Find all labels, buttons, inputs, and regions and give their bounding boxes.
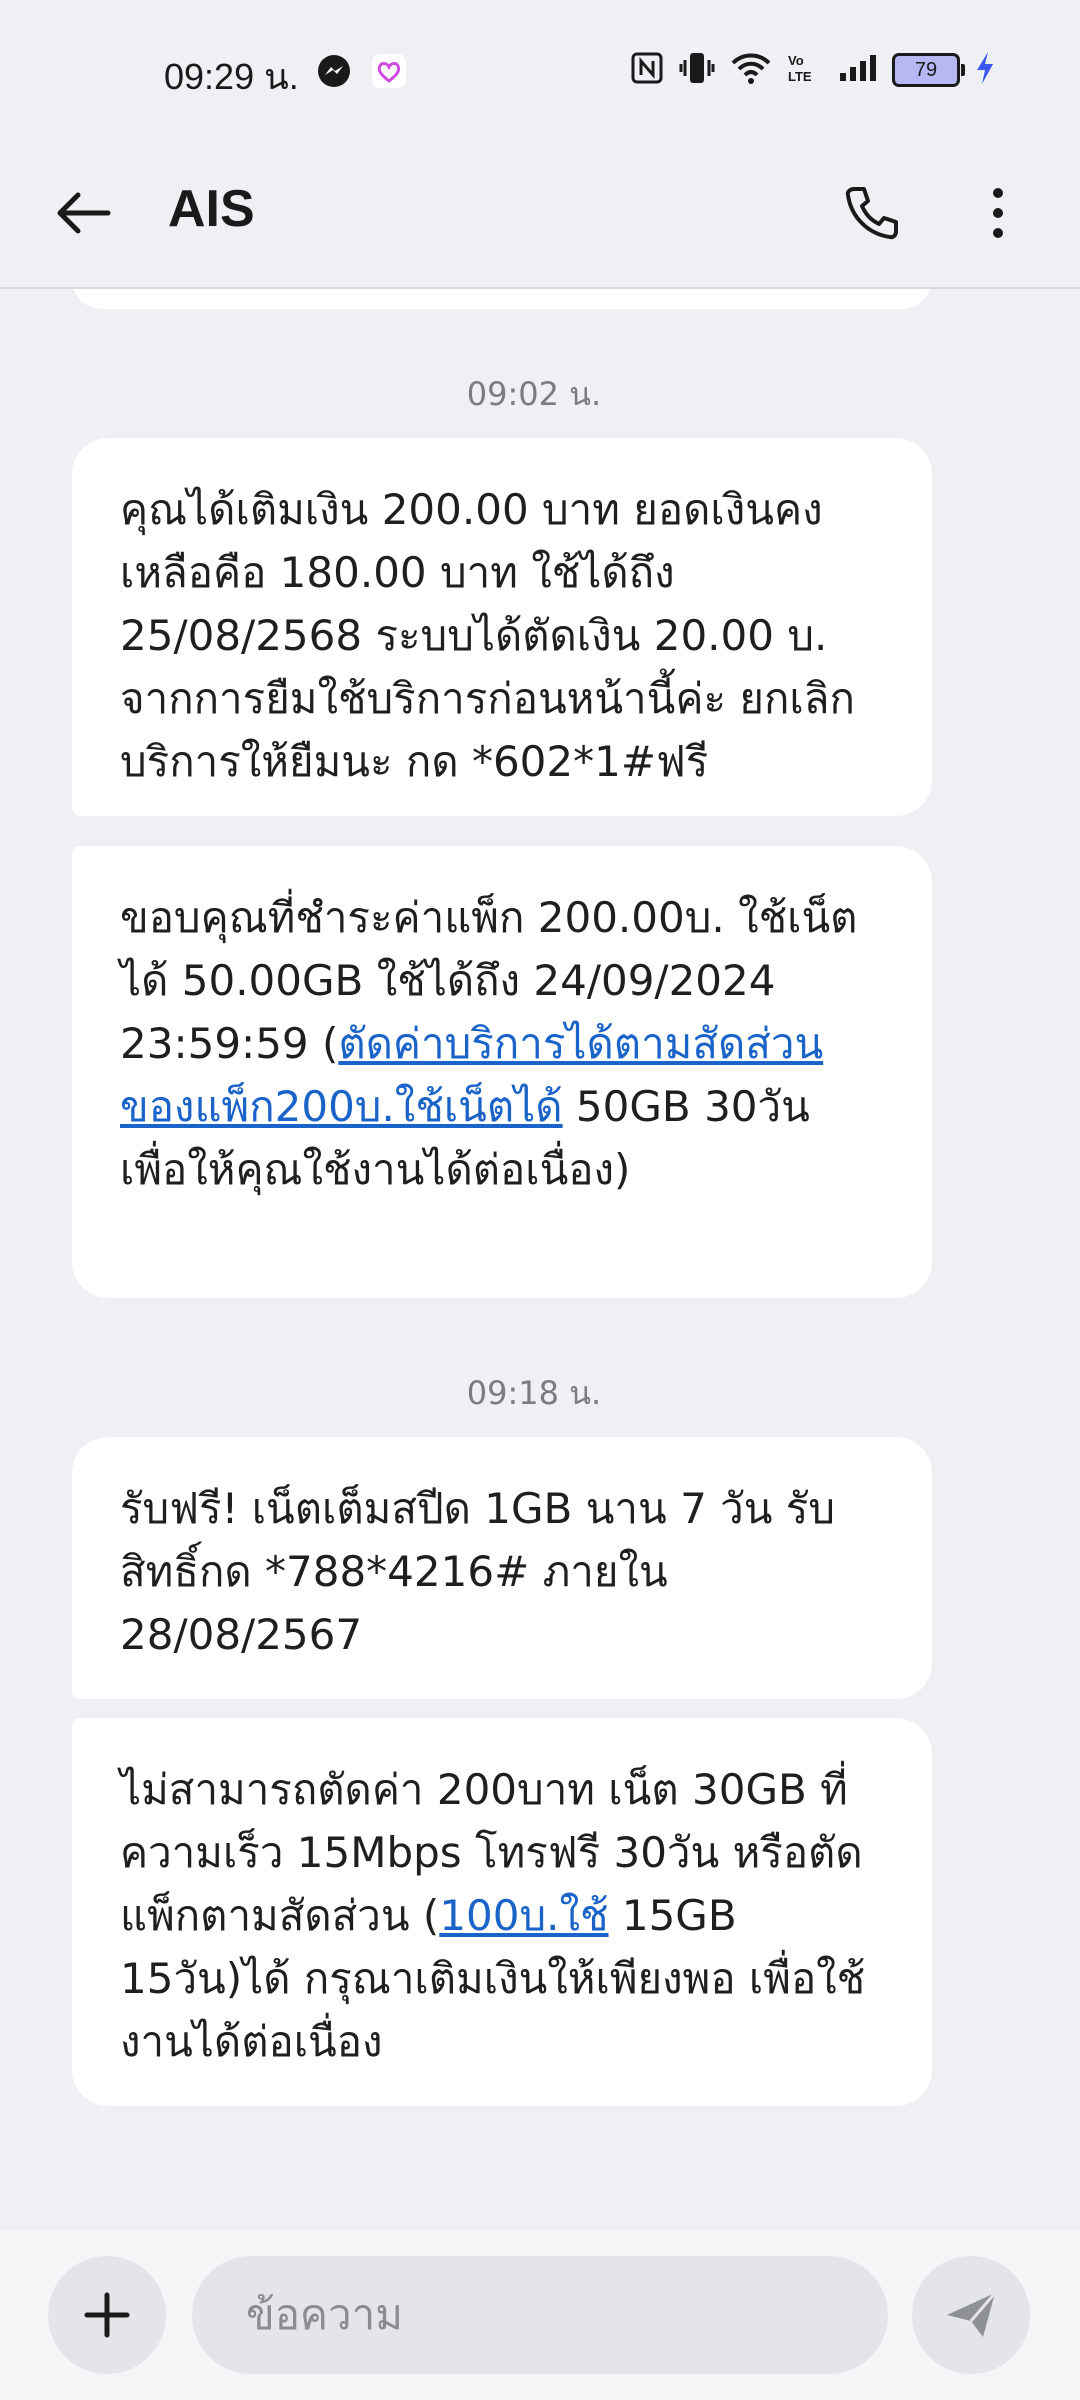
- message-text: รับฟรี! เน็ตเต็มสปีด 1GB นาน 7 วัน รับสิ…: [120, 1484, 836, 1659]
- battery-indicator: 79: [892, 53, 965, 87]
- arrow-left-icon: [57, 192, 111, 234]
- app-bar: AIS: [0, 135, 1080, 289]
- previous-message-bubble: [72, 289, 932, 309]
- message-timestamp: 09:02 น.: [466, 375, 602, 413]
- more-vertical-icon: [993, 188, 1003, 238]
- wifi-icon: [730, 51, 772, 89]
- call-button[interactable]: [840, 181, 904, 245]
- message-bubble[interactable]: ขอบคุณที่ชำระค่าแพ็ก 200.00บ. ใช้เน็ตได้…: [72, 846, 932, 1298]
- signal-icon: [838, 53, 878, 87]
- send-icon: [947, 2292, 997, 2337]
- status-time: 09:29 น.: [164, 56, 299, 97]
- message-bubble[interactable]: ไม่สามารถตัดค่า 200บาท เน็ต 30GB ที่ความ…: [72, 1718, 932, 2106]
- more-options-button[interactable]: [966, 181, 1030, 245]
- message-bubble[interactable]: รับฟรี! เน็ตเต็มสปีด 1GB นาน 7 วัน รับสิ…: [72, 1437, 932, 1699]
- back-button[interactable]: [52, 181, 116, 245]
- message-text: คุณได้เติมเงิน 200.00 บาท ยอดเงินคงเหลือ…: [120, 485, 855, 786]
- message-thread[interactable]: 09:02 น. คุณได้เติมเงิน 200.00 บาท ยอดเง…: [0, 289, 1080, 2229]
- conversation-title: AIS: [168, 180, 255, 238]
- message-input-placeholder: ข้อความ: [246, 2290, 403, 2339]
- volte-icon: Vo LTE: [786, 51, 824, 89]
- message-composer: ข้อความ: [0, 2230, 1080, 2400]
- status-bar: 09:29 น. Vo LTE 79: [0, 0, 1080, 135]
- svg-text:LTE: LTE: [788, 69, 812, 84]
- heart-app-icon: [370, 52, 408, 94]
- message-bubble[interactable]: คุณได้เติมเงิน 200.00 บาท ยอดเงินคงเหลือ…: [72, 438, 932, 816]
- vibrate-icon: [678, 50, 716, 90]
- message-link[interactable]: 100บ.ใช้: [439, 1891, 608, 1940]
- charging-icon: [974, 50, 996, 90]
- status-system-icons: Vo LTE 79: [630, 50, 996, 90]
- status-notification-icons: [316, 52, 408, 94]
- send-button[interactable]: [912, 2256, 1030, 2374]
- svg-text:Vo: Vo: [788, 53, 804, 68]
- phone-icon: [845, 187, 898, 240]
- message-input[interactable]: ข้อความ: [192, 2256, 888, 2374]
- message-timestamp: 09:18 น.: [466, 1374, 602, 1412]
- plus-icon: [84, 2292, 130, 2338]
- nfc-icon: [630, 51, 664, 89]
- add-attachment-button[interactable]: [48, 2256, 166, 2374]
- messenger-icon: [316, 53, 352, 93]
